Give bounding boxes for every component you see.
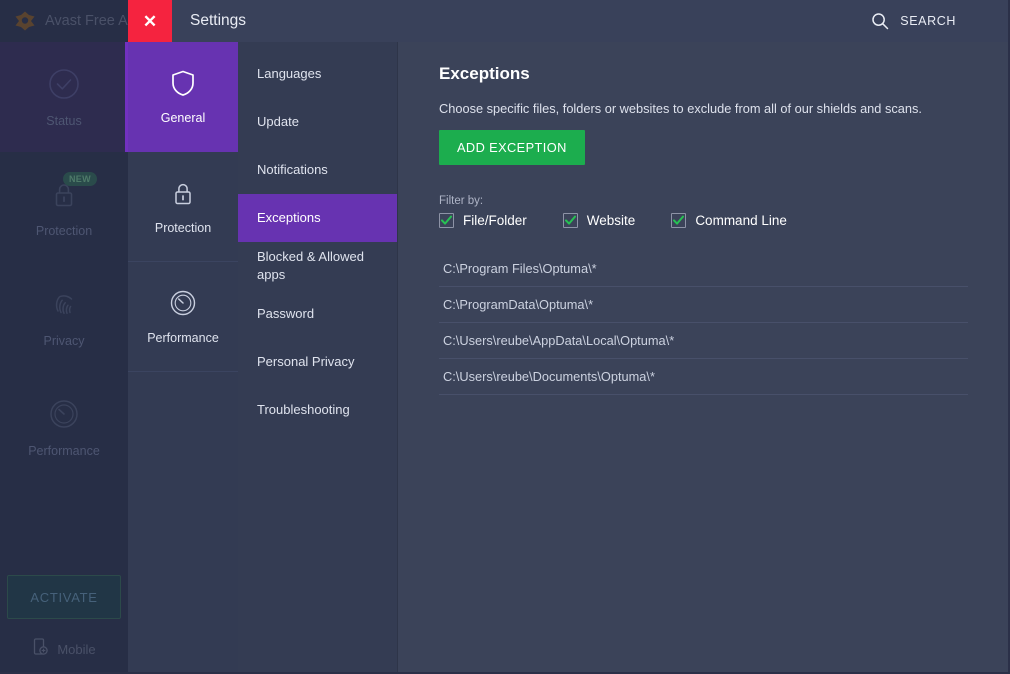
- app-brand-label: Avast Free A: [45, 13, 128, 29]
- avast-settings-window: Avast Free A ✕ Settings SEARCH Status NE…: [0, 0, 1010, 674]
- sidebar-item-mobile[interactable]: Mobile: [0, 630, 128, 668]
- list-item[interactable]: C:\ProgramData\Optuma\*: [439, 287, 968, 323]
- exception-path: C:\Users\reube\AppData\Local\Optuma\*: [443, 333, 675, 348]
- submenu-item-exceptions-label: Exceptions: [257, 210, 321, 226]
- search-label: SEARCH: [900, 14, 956, 28]
- shield-icon: [168, 68, 198, 98]
- sidebar-item-performance-label: Performance: [28, 443, 100, 458]
- mobile-add-icon: [32, 637, 49, 661]
- submenu-item-troubleshooting[interactable]: Troubleshooting: [238, 386, 397, 434]
- checkbox-checked-icon: [439, 213, 454, 228]
- exceptions-panel: Exceptions Choose specific files, folder…: [398, 42, 1010, 674]
- page-title-bar-label: Settings: [190, 12, 247, 29]
- close-button[interactable]: ✕: [128, 0, 172, 42]
- list-item[interactable]: C:\Users\reube\AppData\Local\Optuma\*: [439, 323, 968, 359]
- submenu-item-notifications-label: Notifications: [257, 162, 328, 178]
- submenu-item-personal-privacy-label: Personal Privacy: [257, 354, 355, 370]
- sidebar-item-status[interactable]: Status: [0, 42, 128, 152]
- settings-category-protection[interactable]: Protection: [128, 152, 238, 262]
- title-bar: Avast Free A ✕ Settings SEARCH: [0, 0, 1010, 42]
- filter-checkbox-file-folder[interactable]: File/Folder: [439, 213, 527, 228]
- settings-category-general-label: General: [160, 111, 206, 125]
- checkbox-checked-icon: [671, 213, 687, 228]
- new-badge: NEW: [63, 171, 97, 186]
- settings-submenu: Languages Update Notifications Exception…: [238, 42, 398, 674]
- submenu-item-blocked-allowed-apps[interactable]: Blocked & Allowed apps: [238, 242, 397, 290]
- submenu-item-update-label: Update: [257, 114, 299, 130]
- settings-category-protection-label: Protection: [154, 221, 212, 235]
- add-exception-button[interactable]: ADD EXCEPTION: [439, 130, 585, 165]
- checkbox-checked-icon: [562, 213, 578, 228]
- list-item[interactable]: C:\Program Files\Optuma\*: [439, 251, 968, 287]
- sidebar-item-protection-label: Protection: [35, 223, 93, 238]
- exception-path: C:\ProgramData\Optuma\*: [443, 297, 594, 312]
- filter-checkbox-website-label: Website: [586, 213, 636, 228]
- sidebar-item-privacy-label: Privacy: [43, 333, 85, 348]
- activate-label: ACTIVATE: [30, 589, 98, 605]
- submenu-item-languages[interactable]: Languages: [238, 50, 397, 98]
- sidebar-item-status-label: Status: [46, 113, 82, 128]
- search-button[interactable]: SEARCH: [871, 0, 956, 42]
- gauge-icon: [168, 288, 198, 318]
- filter-checkbox-row: File/Folder Website Command Line: [439, 213, 980, 228]
- settings-category-general[interactable]: General: [128, 42, 238, 152]
- submenu-item-languages-label: Languages: [257, 66, 322, 82]
- filter-checkbox-command-line-label: Command Line: [695, 213, 787, 228]
- gauge-icon: [47, 397, 81, 431]
- fingerprint-icon: [47, 287, 81, 321]
- sidebar-item-mobile-label: Mobile: [57, 641, 96, 657]
- page-description: Choose specific files, folders or websit…: [439, 101, 922, 116]
- submenu-item-exceptions[interactable]: Exceptions: [238, 194, 397, 242]
- exception-path: C:\Program Files\Optuma\*: [443, 261, 597, 276]
- sidebar-item-protection[interactable]: NEW Protection: [0, 152, 128, 262]
- submenu-item-notifications[interactable]: Notifications: [238, 146, 397, 194]
- primary-sidebar: Status NEW Protection Privacy Performanc…: [0, 42, 128, 674]
- activate-button[interactable]: ACTIVATE: [7, 575, 121, 619]
- avast-logo-icon: [14, 10, 36, 32]
- submenu-item-troubleshooting-label: Troubleshooting: [257, 402, 350, 418]
- exception-path: C:\Users\reube\Documents\Optuma\*: [443, 369, 655, 384]
- settings-category-performance[interactable]: Performance: [128, 262, 238, 372]
- sidebar-item-privacy[interactable]: Privacy: [0, 262, 128, 372]
- submenu-item-update[interactable]: Update: [238, 98, 397, 146]
- settings-category-performance-label: Performance: [147, 331, 219, 345]
- filter-checkbox-website[interactable]: Website: [562, 213, 636, 228]
- search-icon: [871, 12, 889, 30]
- exceptions-list: C:\Program Files\Optuma\* C:\ProgramData…: [439, 251, 968, 395]
- settings-category-sidebar: General Protection Performance: [128, 42, 238, 674]
- submenu-item-password-label: Password: [257, 306, 315, 322]
- app-brand: Avast Free A: [0, 0, 128, 42]
- filter-by-label: Filter by:: [439, 195, 484, 207]
- submenu-item-password[interactable]: Password: [238, 290, 397, 338]
- lock-icon: [168, 178, 198, 208]
- page-title: Exceptions: [439, 64, 530, 83]
- filter-section: Filter by: File/Folder Website Command L…: [439, 195, 980, 228]
- close-icon: ✕: [142, 11, 158, 31]
- sidebar-item-performance[interactable]: Performance: [0, 372, 128, 482]
- submenu-item-personal-privacy[interactable]: Personal Privacy: [238, 338, 397, 386]
- submenu-item-blocked-allowed-apps-label: Blocked & Allowed apps: [257, 249, 364, 282]
- check-circle-icon: [47, 67, 81, 101]
- filter-checkbox-command-line[interactable]: Command Line: [671, 213, 787, 228]
- filter-checkbox-file-folder-label: File/Folder: [463, 213, 527, 228]
- lock-icon: NEW: [47, 171, 97, 211]
- list-item[interactable]: C:\Users\reube\Documents\Optuma\*: [439, 359, 968, 395]
